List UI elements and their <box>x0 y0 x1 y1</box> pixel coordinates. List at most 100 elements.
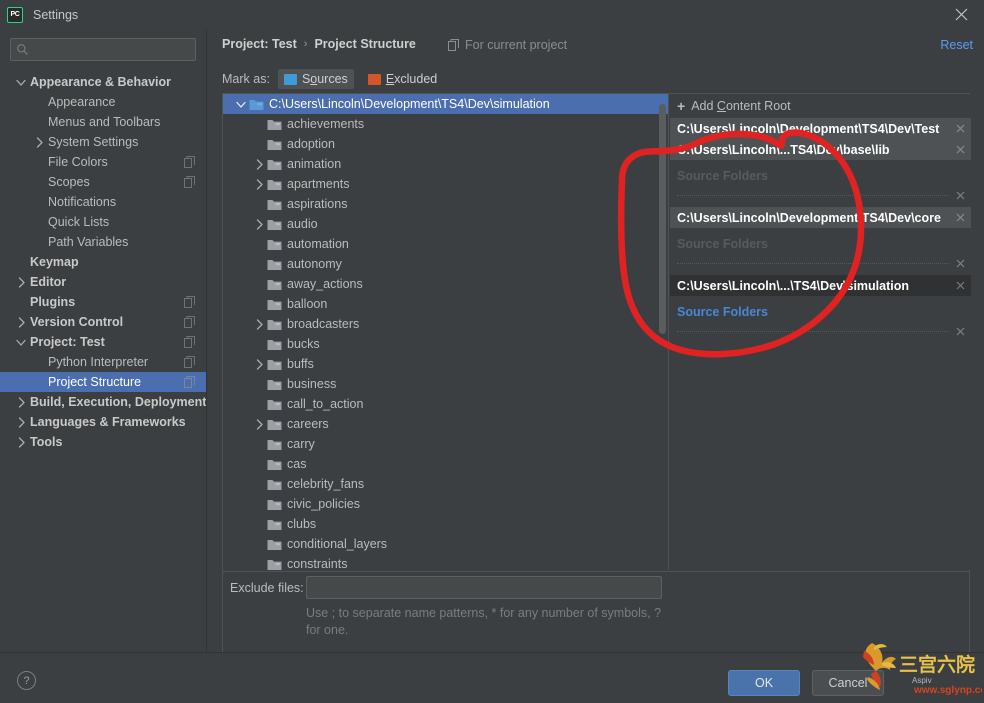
folder-tree-row[interactable]: buffs <box>223 354 668 374</box>
chevron-right-icon[interactable] <box>14 412 28 432</box>
folder-tree-row[interactable]: aspirations <box>223 194 668 214</box>
copy-icon[interactable] <box>184 336 196 348</box>
sidebar-item-file-colors[interactable]: File Colors <box>0 152 206 172</box>
chevron-right-icon[interactable] <box>14 392 28 412</box>
search-field[interactable] <box>10 38 196 61</box>
chevron-down-icon[interactable] <box>14 332 28 352</box>
sidebar-item-path-variables[interactable]: Path Variables <box>0 232 206 252</box>
remove-content-root-button[interactable] <box>956 118 965 139</box>
folder-tree-row[interactable]: careers <box>223 414 668 434</box>
search-input[interactable] <box>29 42 195 57</box>
folder-tree-row[interactable]: autonomy <box>223 254 668 274</box>
sidebar-item-python-interpreter[interactable]: Python Interpreter <box>0 352 206 372</box>
sidebar-item-menus-and-toolbars[interactable]: Menus and Toolbars <box>0 112 206 132</box>
folder-tree-row[interactable]: achievements <box>223 114 668 134</box>
chevron-down-icon[interactable] <box>14 72 28 92</box>
folder-tree-row[interactable]: automation <box>223 234 668 254</box>
sidebar-item-project-structure[interactable]: Project Structure <box>0 372 206 392</box>
window-title: Settings <box>33 7 79 22</box>
folder-tree-row[interactable]: balloon <box>223 294 668 314</box>
copy-icon[interactable] <box>184 316 196 328</box>
sidebar-item-system-settings[interactable]: System Settings <box>0 132 206 152</box>
folder-tree-row[interactable]: adoption <box>223 134 668 154</box>
folder-tree-row[interactable]: apartments <box>223 174 668 194</box>
remove-icon[interactable] <box>956 191 965 200</box>
sidebar-item-label: Languages & Frameworks <box>30 415 186 429</box>
content-root-path-row[interactable]: C:\Users\Lincoln\...\TS4\Dev\simulation <box>670 275 971 296</box>
folder-tree-row[interactable]: cas <box>223 454 668 474</box>
remove-icon[interactable] <box>956 213 965 222</box>
chevron-right-icon[interactable] <box>14 312 28 332</box>
remove-source-folder-button[interactable] <box>956 184 965 207</box>
folder-tree-row[interactable]: civic_policies <box>223 494 668 514</box>
folder-tree-scrollbar[interactable] <box>659 104 666 334</box>
content-root-path-row[interactable]: C:\Users\Lincoln\Development\TS4\Dev\Tes… <box>670 118 971 139</box>
sidebar-item-quick-lists[interactable]: Quick Lists <box>0 212 206 232</box>
chevron-right-icon[interactable] <box>251 314 267 334</box>
chevron-right-icon[interactable] <box>251 214 267 234</box>
sidebar-item-languages-frameworks[interactable]: Languages & Frameworks <box>0 412 206 432</box>
remove-source-folder-button[interactable] <box>956 320 965 343</box>
copy-icon[interactable] <box>184 176 196 188</box>
cancel-button[interactable]: Cancel <box>812 670 884 696</box>
folder-icon <box>267 499 282 510</box>
folder-tree-row[interactable]: business <box>223 374 668 394</box>
remove-content-root-button[interactable] <box>956 139 965 160</box>
sidebar-item-editor[interactable]: Editor <box>0 272 206 292</box>
sidebar-item-version-control[interactable]: Version Control <box>0 312 206 332</box>
ok-button[interactable]: OK <box>728 670 800 696</box>
content-root-path-row[interactable]: C:\Users\Lincoln\Development\TS4\Dev\cor… <box>670 207 971 228</box>
remove-content-root-button[interactable] <box>956 275 965 296</box>
folder-tree-row[interactable]: conditional_layers <box>223 534 668 554</box>
folder-tree-row[interactable]: animation <box>223 154 668 174</box>
folder-tree-root-row[interactable]: C:\Users\Lincoln\Development\TS4\Dev\sim… <box>223 94 668 114</box>
remove-icon[interactable] <box>956 145 965 154</box>
folder-tree-row[interactable]: bucks <box>223 334 668 354</box>
help-button[interactable]: ? <box>17 671 36 690</box>
close-icon[interactable] <box>939 0 984 29</box>
copy-icon[interactable] <box>184 356 196 368</box>
mark-as-excluded-button[interactable]: Excluded <box>362 69 443 89</box>
copy-icon[interactable] <box>184 156 196 168</box>
folder-name: civic_policies <box>287 497 360 511</box>
folder-tree-row[interactable]: clubs <box>223 514 668 534</box>
remove-icon[interactable] <box>956 327 965 336</box>
sidebar-item-notifications[interactable]: Notifications <box>0 192 206 212</box>
folder-tree-row[interactable]: carry <box>223 434 668 454</box>
reset-link[interactable]: Reset <box>940 38 973 52</box>
mark-as-sources-button[interactable]: Sources <box>277 69 354 89</box>
sidebar-item-keymap[interactable]: Keymap <box>0 252 206 272</box>
copy-icon[interactable] <box>184 296 196 308</box>
chevron-right-icon[interactable] <box>251 174 267 194</box>
chevron-down-icon[interactable] <box>233 94 249 114</box>
sidebar-item-appearance[interactable]: Appearance <box>0 92 206 112</box>
folder-tree-row[interactable]: broadcasters <box>223 314 668 334</box>
chevron-right-icon[interactable] <box>32 132 46 152</box>
remove-icon[interactable] <box>956 259 965 268</box>
add-content-root-button[interactable]: + Add Content Root <box>670 94 971 118</box>
chevron-right-icon[interactable] <box>251 354 267 374</box>
chevron-right-icon[interactable] <box>14 272 28 292</box>
chevron-right-icon[interactable] <box>251 414 267 434</box>
remove-icon[interactable] <box>956 124 965 133</box>
remove-content-root-button[interactable] <box>956 207 965 228</box>
chevron-right-icon[interactable] <box>14 432 28 452</box>
folder-tree-row[interactable]: celebrity_fans <box>223 474 668 494</box>
remove-source-folder-button[interactable] <box>956 252 965 275</box>
content-root-path-row[interactable]: C:\Users\Lincoln\...TS4\Dev\base\lib <box>670 139 971 160</box>
folder-tree-row[interactable]: audio <box>223 214 668 234</box>
sidebar-item-plugins[interactable]: Plugins <box>0 292 206 312</box>
sidebar-item-appearance-behavior[interactable]: Appearance & Behavior <box>0 72 206 92</box>
folder-tree-row[interactable]: away_actions <box>223 274 668 294</box>
chevron-right-icon[interactable] <box>251 154 267 174</box>
sidebar-item-build-execution-deployment[interactable]: Build, Execution, Deployment <box>0 392 206 412</box>
exclude-files-input[interactable] <box>306 576 662 599</box>
folder-tree-row[interactable]: call_to_action <box>223 394 668 414</box>
copy-icon[interactable] <box>184 376 196 388</box>
remove-icon[interactable] <box>956 281 965 290</box>
folder-tree-row[interactable]: constraints <box>223 554 668 570</box>
sidebar-item-scopes[interactable]: Scopes <box>0 172 206 192</box>
sidebar-item-tools[interactable]: Tools <box>0 432 206 452</box>
breadcrumb-project[interactable]: Project: Test <box>222 37 297 51</box>
sidebar-item-project-test[interactable]: Project: Test <box>0 332 206 352</box>
